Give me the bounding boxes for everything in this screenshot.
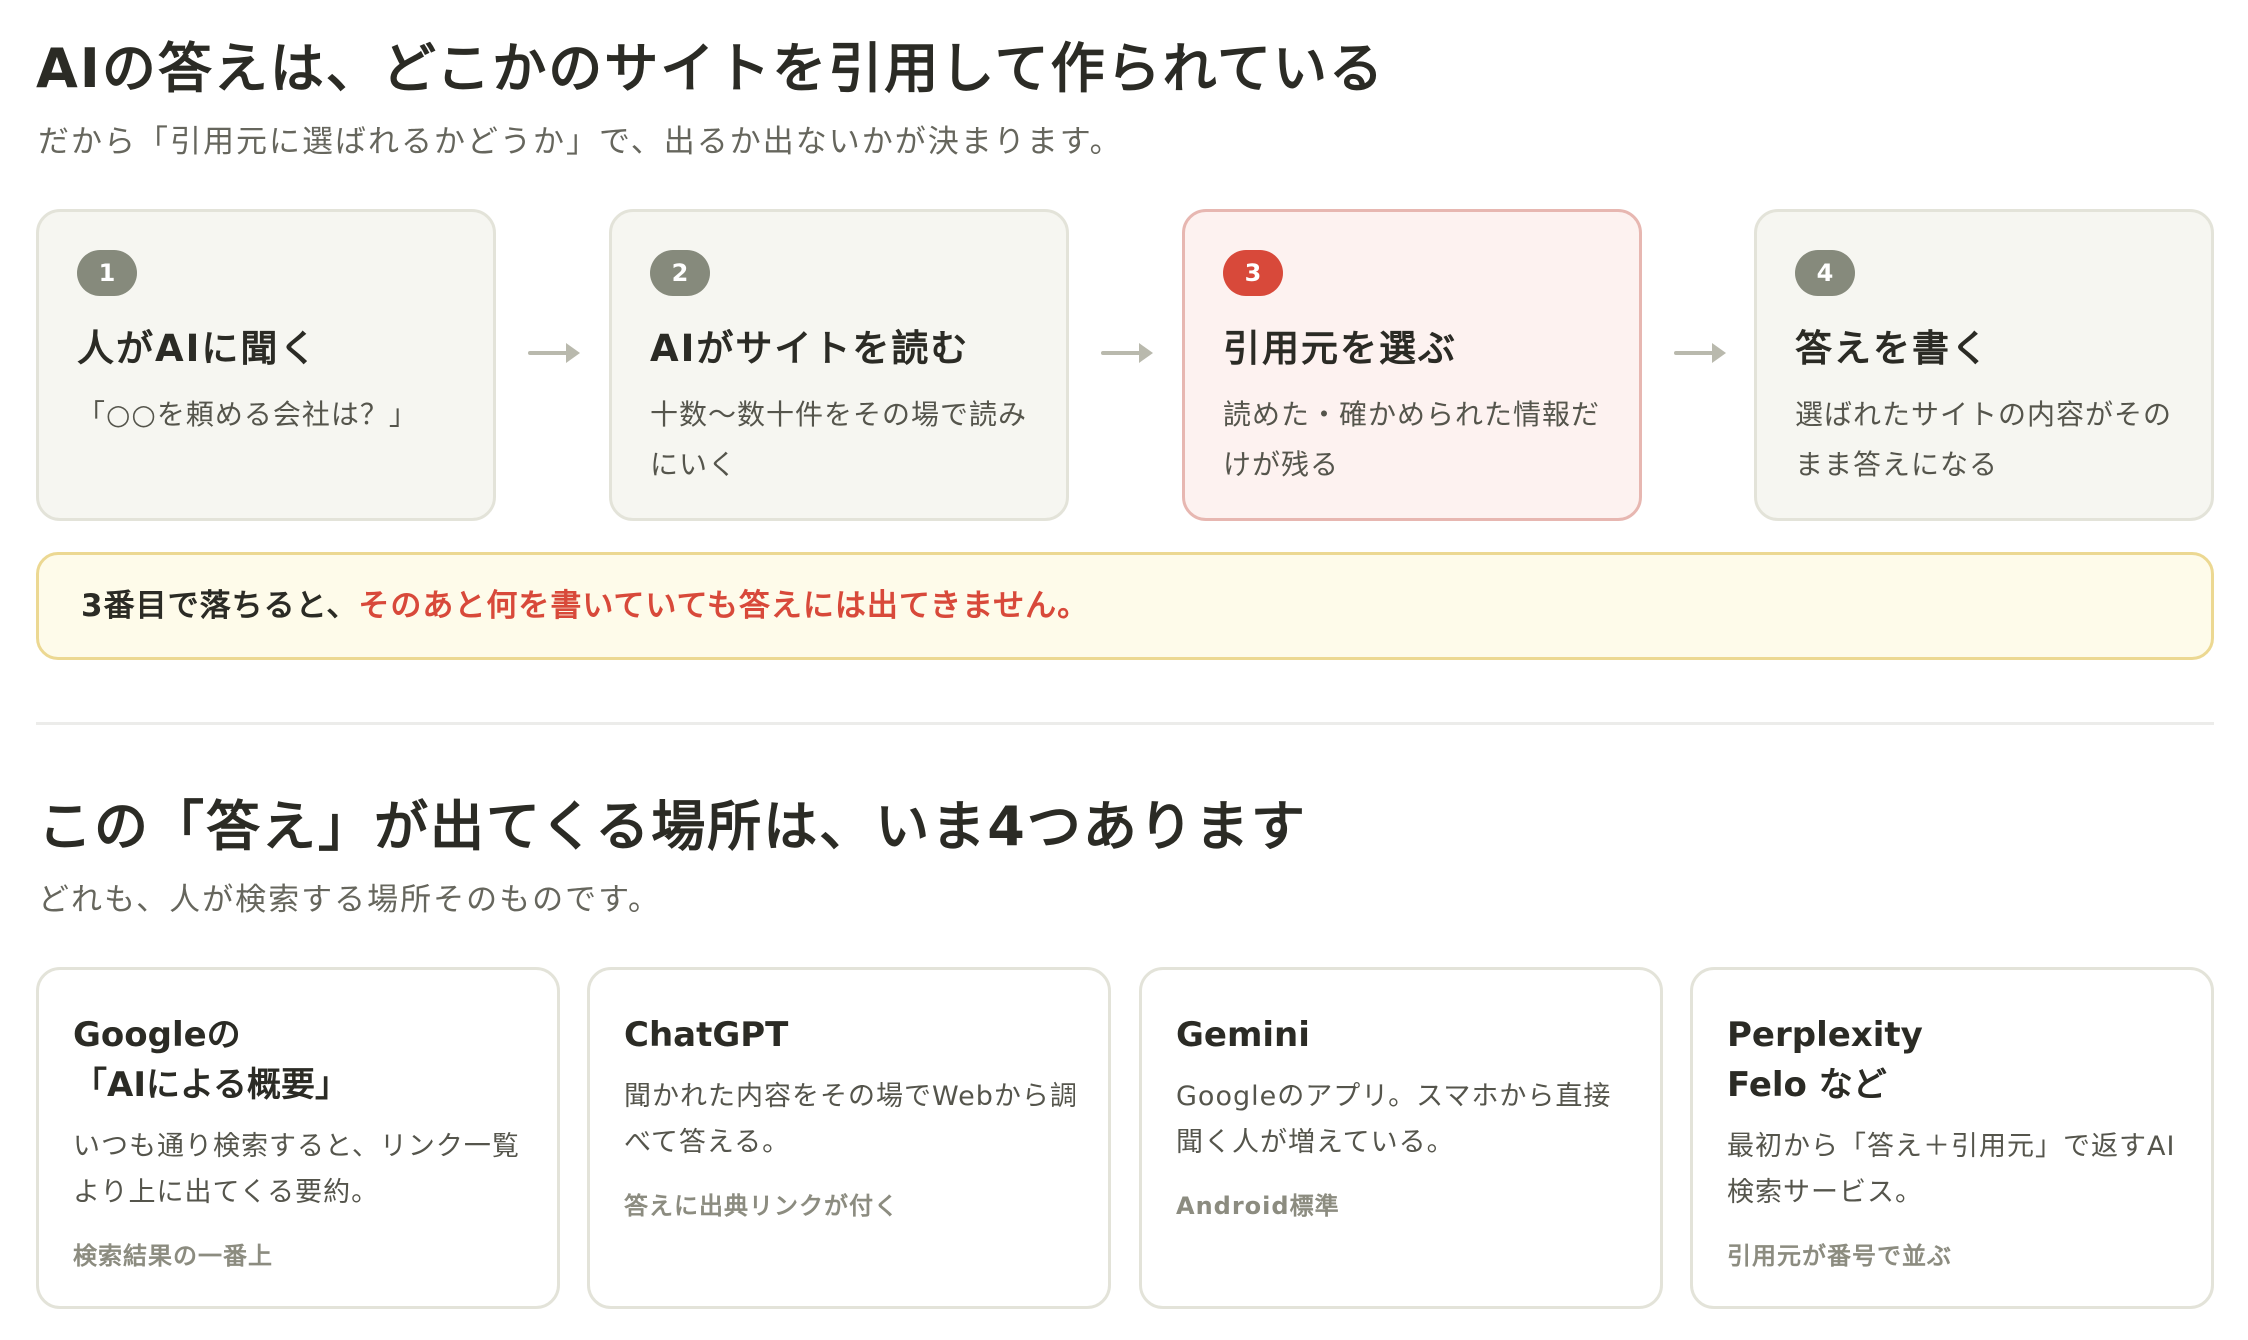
step-desc: 選ばれたサイトの内容がそのまま答えになる	[1795, 398, 2173, 481]
step-card-3: 3 引用元を選ぶ 読めた・確かめられた情報だけが残る	[1182, 209, 1642, 521]
platform-card-chatgpt: ChatGPT 聞かれた内容をその場でWebから調べて答える。 答えに出典リンク…	[587, 967, 1111, 1309]
step-desc: 読めた・確かめられた情報だけが残る	[1223, 398, 1601, 481]
step-card-2: 2 AIがサイトを読む 十数〜数十件をその場で読みにいく	[609, 209, 1069, 521]
page: AIの答えは、どこかのサイトを引用して作られている だから「引用元に選ばれるかど…	[0, 0, 2248, 1340]
card-title-line: 「AIによる概要」	[73, 1065, 349, 1105]
step-number-badge: 1	[77, 250, 137, 296]
card-title-line: Googleの	[73, 1015, 241, 1055]
arrow-right-icon	[1101, 341, 1153, 365]
card-title-line: Felo など	[1727, 1065, 1887, 1105]
arrow-right-icon	[528, 341, 580, 365]
platform-cards: Googleの 「AIによる概要」 いつも通り検索すると、リンク一覧より上に出て…	[36, 967, 2214, 1309]
card-desc: 最初から「答え＋引用元」で返すAI検索サービス。	[1727, 1131, 2176, 1208]
card-title: Gemini	[1176, 1010, 1630, 1060]
card-title-line: Gemini	[1176, 1015, 1310, 1055]
step-title: 答えを書く	[1795, 327, 1990, 370]
step-title: 引用元を選ぶ	[1223, 327, 1457, 370]
step-title: 人がAIに聞く	[77, 327, 319, 370]
warning-callout: 3番目で落ちると、そのあと何を書いていても答えには出てきません。	[36, 552, 2214, 660]
card-desc: いつも通り検索すると、リンク一覧より上に出てくる要約。	[73, 1131, 520, 1208]
step-card-4: 4 答えを書く 選ばれたサイトの内容がそのまま答えになる	[1754, 209, 2214, 521]
card-note: Android標準	[1176, 1192, 1340, 1220]
card-note: 引用元が番号で並ぶ	[1727, 1242, 1952, 1270]
card-title: ChatGPT	[624, 1010, 1078, 1060]
card-title: Perplexity Felo など	[1727, 1010, 2181, 1110]
callout-emphasis: そのあと何を書いていても答えには出てきません。	[358, 588, 1090, 624]
card-desc: Googleのアプリ。スマホから直接聞く人が増えている。	[1176, 1081, 1612, 1158]
section2-title: この「答え」が出てくる場所は、いま4つあります	[38, 795, 1307, 858]
card-title-line: ChatGPT	[624, 1015, 789, 1055]
section1-title: AIの答えは、どこかのサイトを引用して作られている	[36, 37, 1386, 100]
section1-subtitle: だから「引用元に選ばれるかどうか」で、出るか出ないかが決まります。	[38, 124, 1123, 160]
step-title: AIがサイトを読む	[650, 327, 970, 370]
step-number-badge: 4	[1795, 250, 1855, 296]
card-desc: 聞かれた内容をその場でWebから調べて答える。	[624, 1081, 1078, 1158]
arrow-right-icon	[1674, 341, 1726, 365]
flow-steps: 1 人がAIに聞く 「○○を頼める会社は？」 2 AIがサイトを読む 十数〜数十…	[36, 209, 2214, 521]
section-divider	[36, 722, 2214, 725]
step-card-1: 1 人がAIに聞く 「○○を頼める会社は？」	[36, 209, 496, 521]
card-title: Googleの 「AIによる概要」	[73, 1010, 527, 1110]
step-desc: 十数〜数十件をその場で読みにいく	[650, 398, 1028, 481]
card-note: 答えに出典リンクが付く	[624, 1192, 899, 1220]
step-number-badge: 2	[650, 250, 710, 296]
platform-card-gemini: Gemini Googleのアプリ。スマホから直接聞く人が増えている。 Andr…	[1139, 967, 1663, 1309]
card-title-line: Perplexity	[1727, 1015, 1923, 1055]
section2-subtitle: どれも、人が検索する場所そのものです。	[38, 882, 661, 918]
step-desc: 「○○を頼める会社は？」	[77, 398, 418, 431]
callout-text: 3番目で落ちると、	[81, 588, 359, 624]
step-number-badge: 3	[1223, 250, 1283, 296]
platform-card-perplexity: Perplexity Felo など 最初から「答え＋引用元」で返すAI検索サー…	[1690, 967, 2214, 1309]
card-note: 検索結果の一番上	[73, 1242, 273, 1270]
platform-card-google: Googleの 「AIによる概要」 いつも通り検索すると、リンク一覧より上に出て…	[36, 967, 560, 1309]
